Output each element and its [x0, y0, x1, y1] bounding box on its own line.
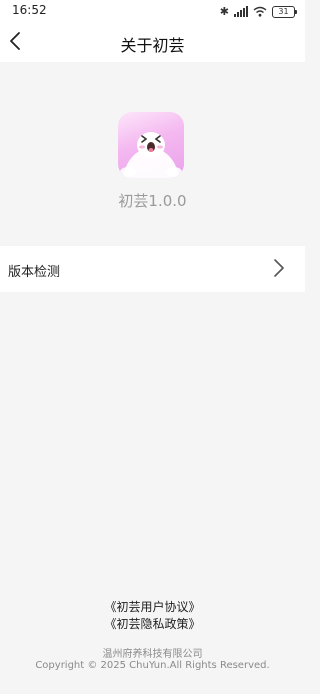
- chevron-right-icon: [274, 259, 284, 277]
- battery-icon: 31: [272, 5, 297, 18]
- app-logo: [118, 112, 184, 178]
- wifi-icon: [253, 6, 267, 17]
- nav-bar: 关于初芸: [0, 22, 305, 62]
- privacy-policy-link[interactable]: 《初芸隐私政策》: [0, 615, 305, 632]
- version-check-row[interactable]: 版本检测: [0, 246, 305, 292]
- status-icons: ✱ 31: [219, 5, 297, 18]
- page-title: 关于初芸: [120, 36, 185, 55]
- ghost-mascot-icon: [120, 132, 182, 178]
- user-agreement-link[interactable]: 《初芸用户协议》: [0, 598, 305, 615]
- status-time: 16:52: [12, 3, 47, 17]
- copyright-text: Copyright © 2025 ChuYun.All Rights Reser…: [35, 660, 270, 671]
- app-name-version: 初芸1.0.0: [118, 192, 187, 210]
- battery-level: 31: [278, 6, 289, 16]
- company-name: 温州府养科技有限公司: [102, 649, 203, 660]
- bluetooth-icon: ✱: [219, 5, 229, 18]
- status-bar: 16:52 ✱ 31: [0, 0, 305, 22]
- version-check-label: 版本检测: [8, 265, 61, 280]
- signal-icon: [234, 6, 248, 17]
